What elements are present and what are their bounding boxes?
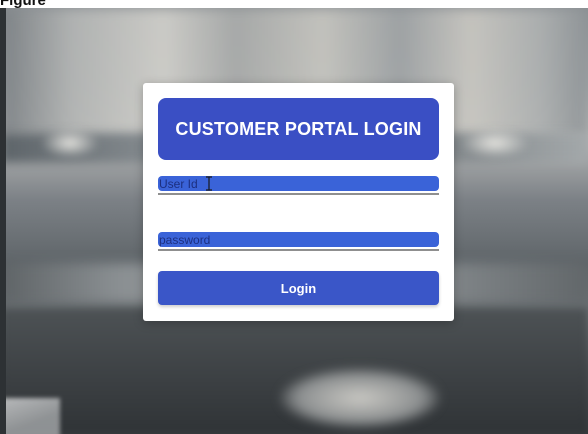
password-field-wrapper xyxy=(158,232,439,251)
login-header: CUSTOMER PORTAL LOGIN xyxy=(158,98,439,160)
login-card: CUSTOMER PORTAL LOGIN Login xyxy=(143,83,454,321)
background-edge xyxy=(0,8,6,434)
text-cursor-icon xyxy=(206,176,212,191)
top-caption: Figure xyxy=(0,0,588,8)
user-id-field-wrapper xyxy=(158,176,439,195)
background-light-left xyxy=(40,128,100,158)
background-corner xyxy=(0,398,60,434)
screen: Figure CUSTOMER PORTAL LOGIN Login xyxy=(0,0,588,434)
user-id-input[interactable] xyxy=(158,176,439,191)
login-button[interactable]: Login xyxy=(158,271,439,305)
login-title: CUSTOMER PORTAL LOGIN xyxy=(175,118,422,139)
password-input[interactable] xyxy=(158,232,439,247)
user-id-underline xyxy=(158,193,439,195)
top-caption-text: Figure xyxy=(0,0,46,8)
password-underline xyxy=(158,249,439,251)
background-light-right xyxy=(460,128,530,158)
background-object xyxy=(280,368,440,428)
